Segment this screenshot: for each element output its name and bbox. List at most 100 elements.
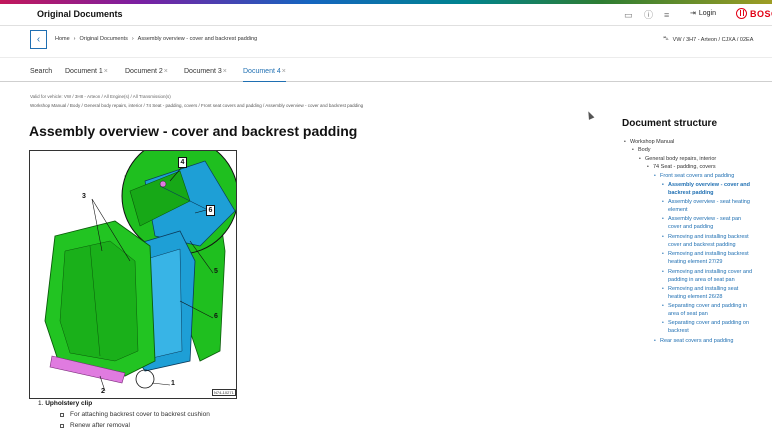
chevron-right-icon: ›	[131, 36, 134, 42]
message-icon[interactable]: ▭	[624, 9, 633, 21]
bullet-icon: •	[662, 303, 664, 309]
tree-item[interactable]: • Removing and installing backrest cover a…	[662, 233, 749, 250]
tree-item[interactable]: • Body	[632, 146, 651, 154]
callout-1: 1	[171, 380, 175, 387]
tree-item-label-line2: heating element 27/29	[668, 259, 723, 266]
legend-number: 1.	[38, 400, 44, 407]
app-title: Original Documents	[37, 9, 123, 19]
callout-3: 3	[82, 193, 86, 200]
tab-document-4[interactable]: Document 4×	[243, 68, 286, 82]
validity-note: Valid for vehicle: VW / 3H8 - Arteon / A…	[30, 94, 171, 99]
legend-item-1: 1. Upholstery clip	[38, 400, 92, 407]
tab-label: Document 3	[184, 68, 222, 75]
breadcrumb: Home › Original Documents › Assembly ove…	[55, 36, 257, 42]
tree-item-label: Removing and installing backrest	[668, 251, 749, 257]
square-bullet-icon	[60, 412, 64, 417]
breadcrumb-current: Assembly overview - cover and backrest p…	[137, 36, 258, 42]
tab-bar: Search Document 1× Document 2× Document …	[0, 64, 772, 82]
tree-item-label: Assembly overview - cover and	[668, 182, 750, 188]
callout-2: 2	[101, 388, 105, 395]
tree-item-label: Assembly overview - seat heating	[668, 199, 750, 205]
mouse-cursor-icon	[585, 110, 595, 120]
breadcrumb-home[interactable]: Home	[55, 36, 70, 42]
tree-item-label-line2: heating element 26/28	[668, 294, 723, 301]
divider	[0, 57, 772, 58]
close-icon[interactable]: ×	[282, 68, 286, 75]
legend-text: Renew after removal	[70, 422, 130, 429]
tab-label: Document 4	[243, 68, 281, 75]
tree-item[interactable]: • Separating cover and padding on backrest	[662, 319, 750, 336]
tree-item-label: Assembly overview - seat pan	[668, 216, 742, 222]
tree-item-label: Removing and installing backrest	[668, 234, 749, 240]
tab-document-2[interactable]: Document 2×	[125, 68, 168, 82]
tab-label: Search	[30, 68, 53, 75]
callout-5: 5	[214, 268, 218, 275]
tree-item[interactable]: • Assembly overview - seat heating element	[662, 198, 750, 215]
tree-item-label: Separating cover and padding in	[668, 303, 748, 309]
document-structure-title: Document structure	[622, 118, 718, 129]
bullet-icon: •	[662, 234, 664, 240]
tab-document-3[interactable]: Document 3×	[184, 68, 227, 82]
tree-item-label: Front seat covers and padding	[660, 173, 735, 179]
tree-item-label: Rear seat covers and padding	[660, 338, 734, 344]
legend-text: For attaching backrest cover to backrest…	[70, 411, 210, 418]
tree-item[interactable]: • Removing and installing backrest heating…	[662, 250, 749, 267]
callout-6: 6	[214, 313, 218, 320]
login-button[interactable]: ⇥ Login	[690, 9, 716, 18]
document-path: Workshop Manual / Body / General body re…	[30, 103, 364, 108]
vehicle-label: VW / 3H7 - Arteon / CJXA / 02EA	[672, 36, 754, 43]
login-icon: ⇥	[690, 10, 696, 17]
vehicle-selector[interactable]: ⛍ VW / 3H7 - Arteon / CJXA / 02EA	[663, 36, 753, 43]
assembly-illustration: 1 2 3 4 5 6 6 N74-10271	[29, 150, 237, 399]
close-icon[interactable]: ×	[223, 68, 227, 75]
bullet-icon: •	[632, 147, 634, 153]
bullet-icon: •	[662, 251, 664, 257]
tree-item[interactable]: • Removing and installing seat heating ele…	[662, 285, 739, 302]
close-icon[interactable]: ×	[164, 68, 168, 75]
brand-logo: BOSCH	[736, 8, 772, 19]
tree-item-label: Body	[638, 147, 651, 153]
tree-item[interactable]: • Rear seat covers and padding	[654, 337, 734, 345]
legend-title: Upholstery clip	[45, 400, 93, 407]
bullet-icon: •	[662, 320, 664, 326]
menu-icon[interactable]: ≡	[664, 9, 669, 21]
help-icon[interactable]: ⓘ	[644, 9, 653, 21]
bullet-icon: •	[654, 173, 656, 179]
tree-item-label-line2: cover and backrest padding	[668, 242, 736, 249]
callout-4: 4	[178, 157, 187, 168]
bullet-icon: •	[662, 216, 664, 222]
bullet-icon: •	[654, 338, 656, 344]
square-bullet-icon	[60, 423, 64, 428]
tree-item[interactable]: • Workshop Manual	[624, 138, 675, 146]
brand-name: BOSCH	[750, 8, 772, 19]
tree-item[interactable]: • Separating cover and padding in area of …	[662, 302, 748, 319]
legend-bullet: For attaching backrest cover to backrest…	[60, 411, 210, 418]
tree-item[interactable]: • Assembly overview - seat pan cover and p…	[662, 215, 742, 232]
bullet-icon: •	[662, 286, 664, 292]
back-button[interactable]: ‹	[30, 30, 47, 49]
tree-item[interactable]: • 74 Seat - padding, covers	[647, 163, 716, 171]
figure-id: N74-10271	[212, 389, 236, 396]
seat-drawing	[44, 151, 236, 392]
tree-item-label-line2: element	[668, 207, 688, 214]
tab-document-1[interactable]: Document 1×	[65, 68, 108, 82]
tree-item-current[interactable]: • Assembly overview - cover and backrest p…	[662, 181, 750, 198]
tree-item-label: Removing and installing cover and	[668, 269, 753, 275]
tree-item-label-line2: padding in area of seat pan	[668, 277, 735, 284]
bullet-icon: •	[662, 199, 664, 205]
callout-6-inset: 6	[206, 205, 215, 216]
breadcrumb-original-documents[interactable]: Original Documents	[80, 36, 128, 42]
bullet-icon: •	[639, 156, 641, 162]
tree-item-label: Workshop Manual	[630, 139, 675, 145]
tab-search[interactable]: Search	[30, 68, 52, 82]
close-icon[interactable]: ×	[104, 68, 108, 75]
tree-item-label-line2: area of seat pan	[668, 311, 708, 318]
tree-item-label: General body repairs, interior	[645, 156, 717, 162]
page-title: Assembly overview - cover and backrest p…	[29, 123, 358, 139]
tree-item[interactable]: • Front seat covers and padding	[654, 172, 735, 180]
tree-item-label: Removing and installing seat	[668, 286, 739, 292]
legend-bullet: Renew after removal	[60, 422, 130, 429]
tree-item-label-line2: backrest	[668, 328, 689, 335]
tree-item[interactable]: • Removing and installing cover and paddin…	[662, 268, 753, 285]
tree-item-label: Separating cover and padding on	[668, 320, 750, 326]
